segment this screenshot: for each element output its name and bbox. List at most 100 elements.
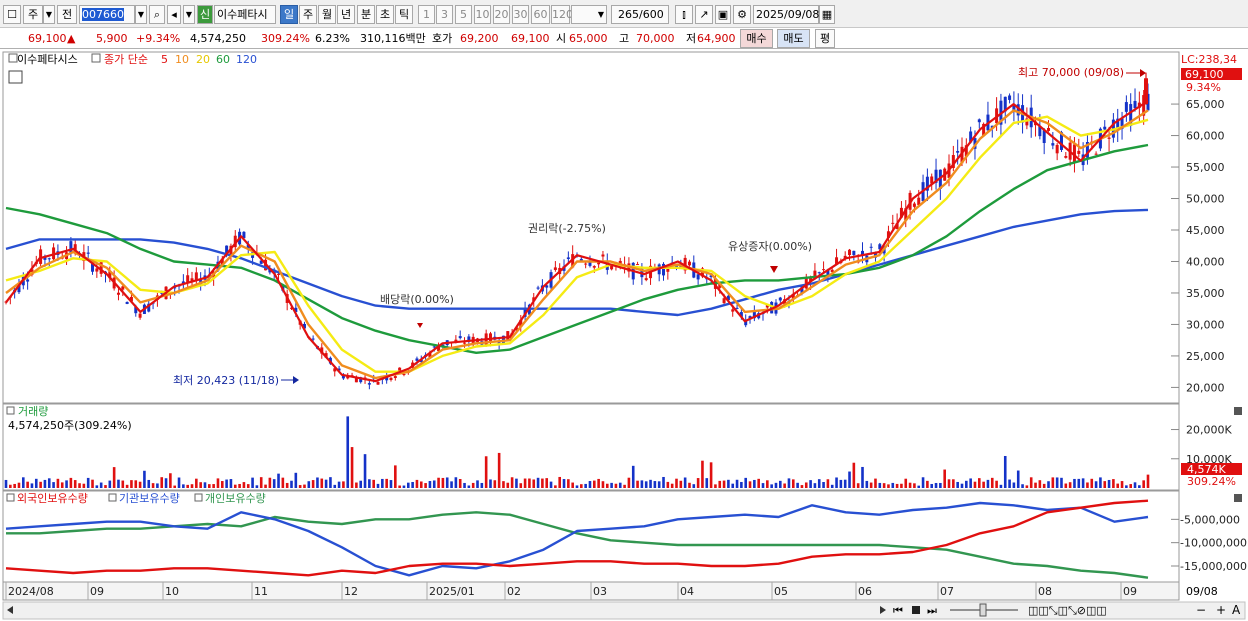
volume-bar [614, 483, 618, 488]
extra-button[interactable]: 평 [815, 29, 835, 48]
table-view-icon[interactable] [8, 70, 23, 84]
volume-bar [960, 483, 964, 488]
timeframe-button[interactable]: 월 [318, 5, 336, 24]
timeframe-button[interactable]: 년 [337, 5, 355, 24]
date-input[interactable]: 2025/09/08 [753, 5, 819, 24]
volume-bar [143, 470, 146, 488]
volume-bar [683, 477, 687, 488]
volume-bar [718, 480, 722, 488]
timeframe-button[interactable]: 초 [376, 5, 394, 24]
bar-count-field[interactable]: 265/600 [611, 5, 669, 24]
candle-body [848, 249, 852, 256]
stock-chart[interactable]: 20,000 25,000 30,000 35,000 40,000 45,000 50,0… [0, 50, 1248, 621]
volume-bar [108, 480, 112, 488]
volume-bar [908, 482, 912, 488]
volume-bar [562, 479, 566, 488]
change-percent: +9.34% [136, 32, 181, 45]
settings-gear-icon[interactable]: ⚙ [733, 5, 751, 24]
interval-button[interactable]: 3 [436, 5, 453, 24]
stock-name-field[interactable]: 이수페타시 [214, 5, 276, 24]
speaker-dropdown-icon[interactable]: ▼ [183, 5, 195, 24]
date-label: 10 [165, 585, 179, 598]
volume-bar [878, 482, 882, 488]
interval-button[interactable]: 60 [531, 5, 550, 24]
first-page-icon[interactable]: ⏮ [893, 604, 903, 617]
volume-bar [567, 479, 570, 488]
candle-body [138, 313, 142, 318]
volume-bar [644, 481, 648, 488]
timeframe-button[interactable]: 틱 [395, 5, 413, 24]
last-page-icon[interactable]: ⏭ [927, 604, 937, 617]
candle-style-icon[interactable]: ⫾ [675, 5, 693, 24]
prefix-button[interactable]: 전 [57, 5, 77, 24]
date-label: 05 [774, 585, 788, 598]
volume-bar [169, 473, 172, 488]
candle-body [566, 257, 570, 259]
timeframe-button[interactable]: 일 [280, 5, 298, 24]
individual-legend: 개인보유수량 [205, 492, 266, 505]
draw-tool-icon[interactable]: ↗ [695, 5, 713, 24]
volume-bar [91, 479, 94, 488]
bid-price: 69,100 [511, 32, 550, 45]
timeframe-button[interactable]: 주 [299, 5, 317, 24]
period-dropdown-icon[interactable]: ▼ [43, 5, 55, 24]
price-tick-label: 45,000 [1186, 224, 1225, 237]
sell-button[interactable]: 매도 [777, 29, 810, 48]
window-menu-icon[interactable]: ☐ [3, 5, 21, 24]
flow-panel-close-icon[interactable] [1234, 494, 1242, 502]
interval-button[interactable]: 120 [551, 5, 573, 24]
zoom-out-icon[interactable]: − [1196, 603, 1206, 617]
interval-button[interactable]: 5 [455, 5, 472, 24]
volume-bar [973, 481, 977, 488]
volume-bar [869, 482, 873, 488]
volume-bar [151, 483, 155, 488]
volume-bar [506, 482, 510, 488]
candle-body [432, 346, 436, 348]
bottom-scrollbar[interactable]: ⏮ ⏭ ◫◫⤡◫⤡⊘◫◫ − + A [2, 601, 1246, 620]
legend-box-icon [194, 493, 203, 502]
current-price: 69,100 [28, 32, 67, 45]
volume-bar [1060, 477, 1063, 488]
timeframe-button[interactable]: 분 [357, 5, 375, 24]
stop-icon[interactable] [912, 606, 920, 614]
calendar-icon[interactable]: ▦ [819, 5, 835, 24]
bar-count: 265 [618, 8, 639, 21]
volume-bar [316, 477, 319, 488]
zoom-slider-handle[interactable] [979, 603, 987, 617]
candle-body [644, 278, 648, 281]
candle-body [393, 376, 397, 379]
volume-bar [69, 477, 73, 488]
interval-button[interactable]: 20 [493, 5, 510, 24]
volume-bar [900, 483, 903, 488]
candle-body [1055, 144, 1059, 154]
volume-bar [865, 480, 869, 488]
window-tool-icons[interactable]: ◫◫⤡◫⤡⊘◫◫ [1028, 604, 1107, 617]
interval-button[interactable]: 1 [418, 5, 435, 24]
volume-axis: 10,000K20,000K [1171, 424, 1232, 466]
volume-panel-close-icon[interactable] [1234, 407, 1242, 415]
buy-button[interactable]: 매수 [740, 29, 773, 48]
volume-bar [830, 484, 834, 488]
volume-bar [34, 478, 38, 488]
stock-code-dropdown-icon[interactable]: ▼ [135, 5, 147, 24]
candle-body [891, 222, 895, 224]
volume-bar [233, 484, 237, 488]
font-size-icon[interactable]: A [1232, 603, 1241, 617]
save-icon[interactable]: ▣ [715, 5, 731, 24]
search-icon[interactable]: ⌕ [149, 5, 165, 24]
volume-bar [610, 482, 613, 488]
volume-bar [701, 460, 704, 488]
volume-bar [73, 480, 77, 488]
speaker-icon[interactable]: ◂ [167, 5, 181, 24]
interval-button[interactable]: 10 [474, 5, 491, 24]
interval-button[interactable]: 30 [512, 5, 529, 24]
interval-custom-select[interactable]: ▼ [571, 5, 607, 24]
volume-bar [290, 480, 293, 488]
candle-body [1051, 143, 1055, 146]
period-type-select[interactable]: 주 [23, 5, 43, 24]
volume-bar [843, 479, 847, 488]
zoom-in-icon[interactable]: + [1216, 603, 1226, 617]
stock-code-input[interactable]: 007660 [79, 5, 135, 24]
candle-body [1107, 137, 1111, 139]
volume-bar [571, 482, 574, 488]
